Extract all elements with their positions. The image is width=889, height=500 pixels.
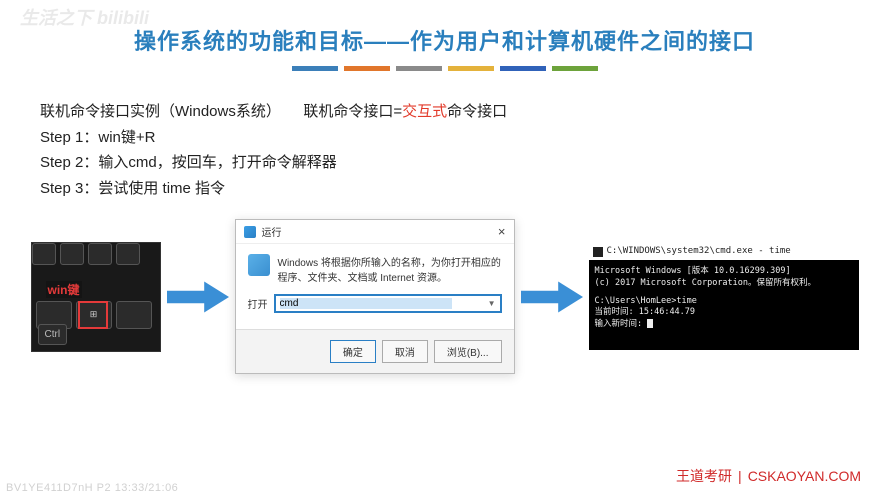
keyboard-image: win键 ⊞ Ctrl xyxy=(31,242,161,352)
watermark: 生活之下 bilibili xyxy=(20,4,149,30)
cmd-titlebar: C:\WINDOWS\system32\cmd.exe - time xyxy=(589,243,859,260)
run-open-label: 打开 xyxy=(248,296,268,311)
cmd-terminal: Microsoft Windows [版本 10.0.16299.309] (c… xyxy=(589,260,859,350)
footer: 王道考研|CSKAOYAN.COM xyxy=(676,466,861,486)
cmd-title: C:\WINDOWS\system32\cmd.exe - time xyxy=(607,245,791,258)
body-text: 联机命令接口实例（Windows系统） 联机命令接口=交互式命令接口 Step … xyxy=(40,99,849,201)
video-meta: BV1YE411D7nH P2 13:33/21:06 xyxy=(6,482,178,494)
intro-highlight: 交互式 xyxy=(402,103,447,120)
browse-button[interactable]: 浏览(B)... xyxy=(434,340,502,363)
intro-prefix: 联机命令接口实例（Windows系统） 联机命令接口= xyxy=(40,103,402,120)
arrow-icon xyxy=(167,278,229,316)
cmd-icon xyxy=(593,247,603,257)
cmd-line: (c) 2017 Microsoft Corporation。保留所有权利。 xyxy=(595,278,853,290)
cmd-line: 当前时间: 15:46:44.79 xyxy=(595,307,853,319)
run-icon xyxy=(244,226,256,238)
run-message: Windows 将根据你所输入的名称，为你打开相应的程序、文件夹、文档或 Int… xyxy=(278,254,502,284)
footer-url: CSKAOYAN.COM xyxy=(748,468,861,484)
step-2: Step 2：输入cmd，按回车，打开命令解释器 xyxy=(40,150,849,176)
intro-line: 联机命令接口实例（Windows系统） 联机命令接口=交互式命令接口 xyxy=(40,99,849,125)
run-input-wrap[interactable]: ▼ xyxy=(274,294,502,313)
winkey-label: win键 xyxy=(46,281,82,298)
ctrl-key: Ctrl xyxy=(38,324,68,345)
run-title: 运行 xyxy=(262,224,282,239)
run-input[interactable] xyxy=(280,298,453,309)
winkey-highlight-box xyxy=(78,301,108,329)
close-icon[interactable]: × xyxy=(498,224,506,239)
step-3: Step 3：尝试使用 time 指令 xyxy=(40,176,849,202)
chevron-down-icon[interactable]: ▼ xyxy=(488,299,496,308)
step-1: Step 1：win键+R xyxy=(40,125,849,151)
figure-row: win键 ⊞ Ctrl 运行 × Windows 将根据你所输入的名称，为你打开… xyxy=(0,219,889,374)
run-msg-icon xyxy=(248,254,270,276)
cancel-button[interactable]: 取消 xyxy=(382,340,428,363)
cmd-line: 输入新时间: xyxy=(595,319,853,331)
cmd-line: Microsoft Windows [版本 10.0.16299.309] xyxy=(595,266,853,278)
run-dialog: 运行 × Windows 将根据你所输入的名称，为你打开相应的程序、文件夹、文档… xyxy=(235,219,515,374)
cursor xyxy=(647,319,653,328)
cmd-window: C:\WINDOWS\system32\cmd.exe - time Micro… xyxy=(589,243,859,350)
run-titlebar: 运行 × xyxy=(236,220,514,244)
footer-brand: 王道考研 xyxy=(676,468,732,484)
cmd-line: C:\Users\HomLee>time xyxy=(595,296,853,308)
ok-button[interactable]: 确定 xyxy=(330,340,376,363)
arrow-icon xyxy=(521,278,583,316)
intro-suffix: 命令接口 xyxy=(447,103,507,120)
title-divider xyxy=(0,66,889,71)
